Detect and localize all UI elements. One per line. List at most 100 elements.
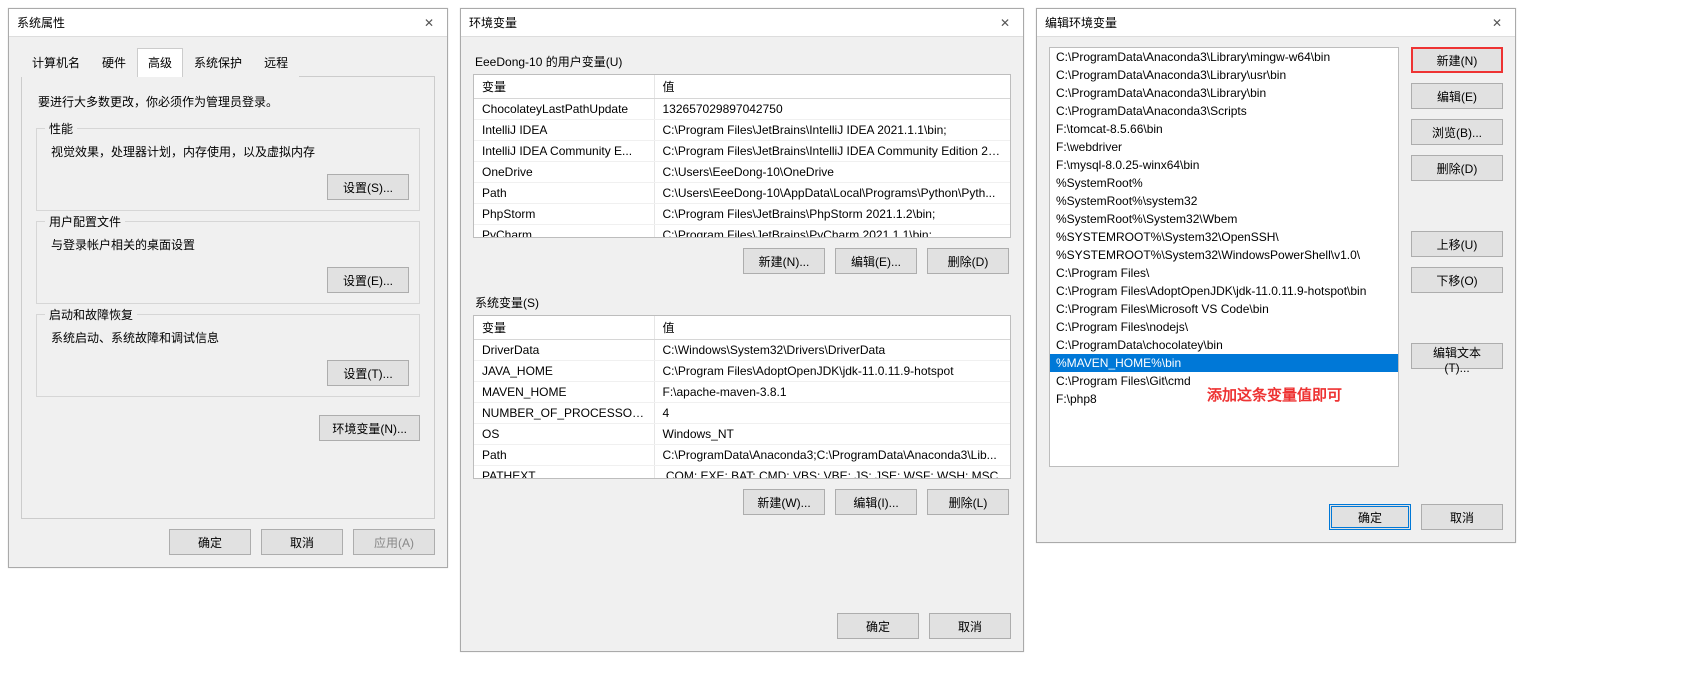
list-item[interactable]: C:\Program Files\	[1050, 264, 1398, 282]
table-row[interactable]: PyCharmC:\Program Files\JetBrains\PyChar…	[474, 225, 1010, 239]
var-name: ChocolateyLastPathUpdate	[474, 99, 654, 120]
table-row[interactable]: DriverDataC:\Windows\System32\Drivers\Dr…	[474, 340, 1010, 361]
group-startup-recovery: 启动和故障恢复 系统启动、系统故障和调试信息 设置(T)...	[36, 314, 420, 397]
sys-edit-button[interactable]: 编辑(I)...	[835, 489, 917, 515]
list-item[interactable]: F:\tomcat-8.5.66\bin	[1050, 120, 1398, 138]
side-buttons: 新建(N) 编辑(E) 浏览(B)... 删除(D) 上移(U) 下移(O) 编…	[1411, 47, 1503, 490]
browse-button[interactable]: 浏览(B)...	[1411, 119, 1503, 145]
tabs: 计算机名 硬件 高级 系统保护 远程	[21, 47, 435, 77]
list-item[interactable]: C:\Program Files\AdoptOpenJDK\jdk-11.0.1…	[1050, 282, 1398, 300]
user-vars-table[interactable]: 变量 值 ChocolateyLastPathUpdate13265702989…	[473, 74, 1011, 238]
close-icon[interactable]: ✕	[995, 13, 1015, 33]
tab-remote[interactable]: 远程	[253, 48, 299, 77]
var-name: NUMBER_OF_PROCESSORS	[474, 403, 654, 424]
table-row[interactable]: JAVA_HOMEC:\Program Files\AdoptOpenJDK\j…	[474, 361, 1010, 382]
cancel-button[interactable]: 取消	[1421, 504, 1503, 530]
var-value: C:\Program Files\JetBrains\PhpStorm 2021…	[654, 204, 1010, 225]
admin-note: 要进行大多数更改，你必须作为管理员登录。	[36, 89, 420, 118]
move-down-button[interactable]: 下移(O)	[1411, 267, 1503, 293]
user-new-button[interactable]: 新建(N)...	[743, 248, 825, 274]
ok-button[interactable]: 确定	[169, 529, 251, 555]
user-vars-label: EeeDong-10 的用户变量(U)	[473, 47, 1011, 74]
edit-button[interactable]: 编辑(E)	[1411, 83, 1503, 109]
list-item[interactable]: F:\php8	[1050, 390, 1398, 408]
list-item[interactable]: %SystemRoot%	[1050, 174, 1398, 192]
delete-button[interactable]: 删除(D)	[1411, 155, 1503, 181]
close-icon[interactable]: ✕	[1487, 13, 1507, 33]
table-row[interactable]: PATHEXT.COM;.EXE;.BAT;.CMD;.VBS;.VBE;.JS…	[474, 466, 1010, 480]
sys-delete-button[interactable]: 删除(L)	[927, 489, 1009, 515]
var-name: PyCharm	[474, 225, 654, 239]
dialog-title: 系统属性	[17, 14, 65, 31]
var-value: C:\Users\EeeDong-10\AppData\Local\Progra…	[654, 183, 1010, 204]
titlebar: 环境变量 ✕	[461, 9, 1023, 37]
close-icon[interactable]: ✕	[419, 13, 439, 33]
list-item[interactable]: %SystemRoot%\system32	[1050, 192, 1398, 210]
var-name: JAVA_HOME	[474, 361, 654, 382]
col-header-val[interactable]: 值	[654, 75, 1010, 99]
list-item[interactable]: F:\mysql-8.0.25-winx64\bin	[1050, 156, 1398, 174]
list-item[interactable]: %SystemRoot%\System32\Wbem	[1050, 210, 1398, 228]
new-button[interactable]: 新建(N)	[1411, 47, 1503, 73]
table-row[interactable]: IntelliJ IDEAC:\Program Files\JetBrains\…	[474, 120, 1010, 141]
list-item[interactable]: C:\Program Files\Git\cmd	[1050, 372, 1398, 390]
col-header-var[interactable]: 变量	[474, 316, 654, 340]
table-row[interactable]: ChocolateyLastPathUpdate1326570298970427…	[474, 99, 1010, 120]
ok-button[interactable]: 确定	[1329, 504, 1411, 530]
col-header-var[interactable]: 变量	[474, 75, 654, 99]
tab-advanced[interactable]: 高级	[137, 48, 183, 77]
user-delete-button[interactable]: 删除(D)	[927, 248, 1009, 274]
dialog-title: 环境变量	[469, 14, 517, 31]
ok-button[interactable]: 确定	[837, 613, 919, 639]
table-row[interactable]: PathC:\Users\EeeDong-10\AppData\Local\Pr…	[474, 183, 1010, 204]
list-item[interactable]: C:\ProgramData\chocolatey\bin	[1050, 336, 1398, 354]
path-listbox[interactable]: C:\ProgramData\Anaconda3\Library\mingw-w…	[1049, 47, 1399, 467]
titlebar: 系统属性 ✕	[9, 9, 447, 37]
list-item[interactable]: %SYSTEMROOT%\System32\WindowsPowerShell\…	[1050, 246, 1398, 264]
edit-env-var-dialog: 编辑环境变量 ✕ C:\ProgramData\Anaconda3\Librar…	[1036, 8, 1516, 543]
group-legend: 启动和故障恢复	[45, 306, 137, 323]
list-item[interactable]: %MAVEN_HOME%\bin	[1050, 354, 1398, 372]
titlebar: 编辑环境变量 ✕	[1037, 9, 1515, 37]
sys-vars-label: 系统变量(S)	[473, 288, 1011, 315]
tab-hardware[interactable]: 硬件	[91, 48, 137, 77]
sys-new-button[interactable]: 新建(W)...	[743, 489, 825, 515]
performance-settings-button[interactable]: 设置(S)...	[327, 174, 409, 200]
table-row[interactable]: PhpStormC:\Program Files\JetBrains\PhpSt…	[474, 204, 1010, 225]
move-up-button[interactable]: 上移(U)	[1411, 231, 1503, 257]
sys-vars-table[interactable]: 变量 值 DriverDataC:\Windows\System32\Drive…	[473, 315, 1011, 479]
list-item[interactable]: C:\Program Files\nodejs\	[1050, 318, 1398, 336]
list-item[interactable]: C:\ProgramData\Anaconda3\Library\bin	[1050, 84, 1398, 102]
list-item[interactable]: C:\Program Files\Microsoft VS Code\bin	[1050, 300, 1398, 318]
var-value: .COM;.EXE;.BAT;.CMD;.VBS;.VBE;.JS;.JSE;.…	[654, 466, 1010, 480]
edit-text-button[interactable]: 编辑文本(T)...	[1411, 343, 1503, 369]
table-row[interactable]: PathC:\ProgramData\Anaconda3;C:\ProgramD…	[474, 445, 1010, 466]
var-name: PhpStorm	[474, 204, 654, 225]
col-header-val[interactable]: 值	[654, 316, 1010, 340]
table-row[interactable]: OneDriveC:\Users\EeeDong-10\OneDrive	[474, 162, 1010, 183]
table-row[interactable]: MAVEN_HOMEF:\apache-maven-3.8.1	[474, 382, 1010, 403]
tab-system-protection[interactable]: 系统保护	[183, 48, 253, 77]
list-item[interactable]: C:\ProgramData\Anaconda3\Scripts	[1050, 102, 1398, 120]
startup-settings-button[interactable]: 设置(T)...	[327, 360, 409, 386]
list-item[interactable]: %SYSTEMROOT%\System32\OpenSSH\	[1050, 228, 1398, 246]
var-value: Windows_NT	[654, 424, 1010, 445]
user-edit-button[interactable]: 编辑(E)...	[835, 248, 917, 274]
table-row[interactable]: IntelliJ IDEA Community E...C:\Program F…	[474, 141, 1010, 162]
table-row[interactable]: NUMBER_OF_PROCESSORS4	[474, 403, 1010, 424]
var-name: OS	[474, 424, 654, 445]
user-profiles-settings-button[interactable]: 设置(E)...	[327, 267, 409, 293]
list-item[interactable]: C:\ProgramData\Anaconda3\Library\mingw-w…	[1050, 48, 1398, 66]
var-name: Path	[474, 445, 654, 466]
apply-button[interactable]: 应用(A)	[353, 529, 435, 555]
group-desc: 系统启动、系统故障和调试信息	[47, 323, 409, 360]
environment-variables-button[interactable]: 环境变量(N)...	[319, 415, 420, 441]
list-item[interactable]: F:\webdriver	[1050, 138, 1398, 156]
list-item[interactable]: C:\ProgramData\Anaconda3\Library\usr\bin	[1050, 66, 1398, 84]
table-row[interactable]: OSWindows_NT	[474, 424, 1010, 445]
tab-computer-name[interactable]: 计算机名	[21, 48, 91, 77]
cancel-button[interactable]: 取消	[261, 529, 343, 555]
group-desc: 视觉效果，处理器计划，内存使用，以及虚拟内存	[47, 137, 409, 174]
cancel-button[interactable]: 取消	[929, 613, 1011, 639]
system-properties-dialog: 系统属性 ✕ 计算机名 硬件 高级 系统保护 远程 要进行大多数更改，你必须作为…	[8, 8, 448, 568]
